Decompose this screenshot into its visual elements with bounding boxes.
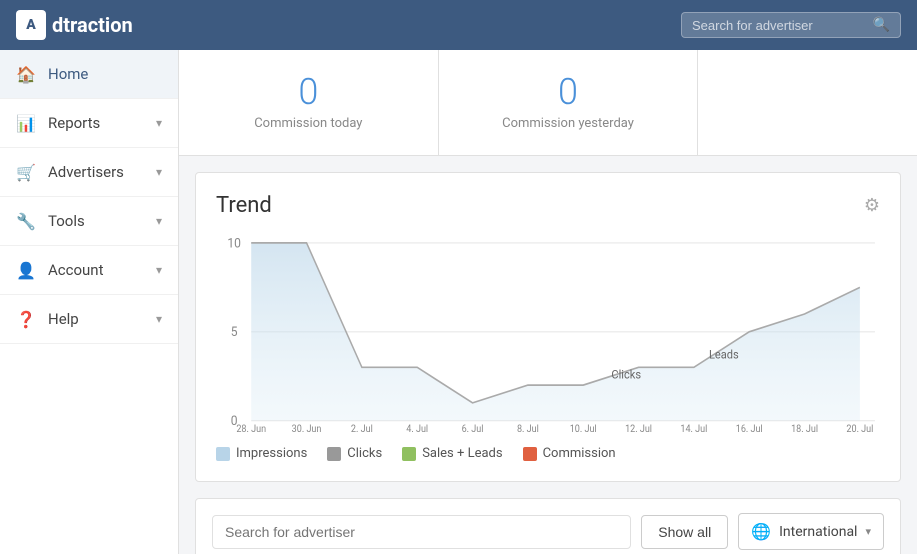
legend-label-impressions: Impressions — [236, 446, 307, 461]
sidebar-item-home[interactable]: 🏠 Home — [0, 50, 178, 99]
legend-label-commission: Commission — [543, 446, 616, 461]
logo-text: dtraction — [52, 13, 133, 37]
sidebar-item-label: Help — [48, 310, 79, 328]
sidebar-item-label: Home — [48, 65, 88, 83]
svg-text:4. Jul: 4. Jul — [406, 423, 428, 434]
legend-label-sales-leads: Sales + Leads — [422, 446, 502, 461]
chevron-down-icon: ▾ — [156, 312, 162, 326]
sidebar-item-reports[interactable]: 📊 Reports ▾ — [0, 99, 178, 148]
sidebar: 🏠 Home 📊 Reports ▾ 🛒 Advertisers ▾ 🔧 Too… — [0, 50, 179, 554]
globe-icon: 🌐 — [751, 522, 771, 541]
sidebar-item-label: Reports — [48, 114, 100, 132]
home-icon: 🏠 — [16, 64, 36, 84]
legend-color-commission — [523, 447, 537, 461]
sidebar-item-label: Advertisers — [48, 163, 124, 181]
trend-chart: 10 5 0 — [216, 234, 880, 434]
logo: A dtraction — [16, 10, 133, 40]
legend-color-impressions — [216, 447, 230, 461]
header-search-bar[interactable]: 🔍 — [681, 12, 901, 38]
svg-text:14. Jul: 14. Jul — [680, 423, 707, 434]
chevron-down-icon: ▾ — [156, 263, 162, 277]
advertisers-icon: 🛒 — [16, 162, 36, 182]
international-dropdown[interactable]: 🌐 International ▾ — [738, 513, 884, 550]
chevron-down-icon: ▾ — [156, 165, 162, 179]
account-icon: 👤 — [16, 260, 36, 280]
trend-title: Trend — [216, 193, 272, 218]
stat-card-yesterday: 0 Commission yesterday — [439, 50, 699, 155]
reports-icon: 📊 — [16, 113, 36, 133]
chevron-down-icon: ▾ — [156, 214, 162, 228]
svg-text:18. Jul: 18. Jul — [791, 423, 818, 434]
international-label: International — [779, 524, 857, 540]
bottom-search-input[interactable] — [212, 515, 631, 549]
sidebar-item-advertisers[interactable]: 🛒 Advertisers ▾ — [0, 148, 178, 197]
legend-item-commission: Commission — [523, 446, 616, 461]
legend-item-impressions: Impressions — [216, 446, 307, 461]
legend-label-clicks: Clicks — [347, 446, 382, 461]
header-search-icon: 🔍 — [873, 17, 890, 33]
main-layout: 🏠 Home 📊 Reports ▾ 🛒 Advertisers ▾ 🔧 Too… — [0, 50, 917, 554]
commission-today-value: 0 — [199, 74, 418, 110]
show-all-button[interactable]: Show all — [641, 515, 728, 549]
stats-row: 0 Commission today 0 Commission yesterda… — [179, 50, 917, 156]
commission-today-label: Commission today — [199, 116, 418, 131]
legend-color-sales-leads — [402, 447, 416, 461]
svg-text:8. Jul: 8. Jul — [517, 423, 539, 434]
main-content: 0 Commission today 0 Commission yesterda… — [179, 50, 917, 554]
trend-section: Trend ⚙ 10 5 0 — [195, 172, 901, 482]
header-search-input[interactable] — [692, 18, 867, 33]
legend-item-clicks: Clicks — [327, 446, 382, 461]
commission-yesterday-value: 0 — [459, 74, 678, 110]
chart-container: 10 5 0 — [216, 234, 880, 434]
svg-text:12. Jul: 12. Jul — [625, 423, 652, 434]
help-icon: ❓ — [16, 309, 36, 329]
legend-color-clicks — [327, 447, 341, 461]
svg-text:6. Jul: 6. Jul — [462, 423, 484, 434]
header: A dtraction 🔍 — [0, 0, 917, 50]
svg-text:20. Jul: 20. Jul — [846, 423, 873, 434]
sidebar-item-label: Tools — [48, 212, 85, 230]
svg-text:16. Jul: 16. Jul — [736, 423, 763, 434]
svg-text:Clicks: Clicks — [611, 367, 641, 382]
sidebar-item-tools[interactable]: 🔧 Tools ▾ — [0, 197, 178, 246]
chevron-down-icon: ▾ — [156, 116, 162, 130]
svg-text:28. Jun: 28. Jun — [236, 423, 266, 434]
trend-header: Trend ⚙ — [216, 193, 880, 218]
stat-card-today: 0 Commission today — [179, 50, 439, 155]
sidebar-item-help[interactable]: ❓ Help ▾ — [0, 295, 178, 344]
bottom-bar: Show all 🌐 International ▾ — [195, 498, 901, 554]
gear-icon[interactable]: ⚙ — [864, 195, 880, 216]
sidebar-item-account[interactable]: 👤 Account ▾ — [0, 246, 178, 295]
commission-yesterday-label: Commission yesterday — [459, 116, 678, 131]
sidebar-item-label: Account — [48, 261, 104, 279]
svg-text:2. Jul: 2. Jul — [351, 423, 373, 434]
chevron-down-icon: ▾ — [865, 525, 871, 538]
chart-legend: Impressions Clicks Sales + Leads Commiss… — [216, 446, 880, 461]
stat-empty — [698, 50, 917, 155]
tools-icon: 🔧 — [16, 211, 36, 231]
svg-text:10: 10 — [227, 236, 241, 252]
logo-icon: A — [16, 10, 46, 40]
svg-text:30. Jun: 30. Jun — [292, 423, 322, 434]
legend-item-sales-leads: Sales + Leads — [402, 446, 502, 461]
svg-text:5: 5 — [231, 325, 238, 341]
svg-text:Leads: Leads — [709, 347, 739, 362]
svg-text:10. Jul: 10. Jul — [570, 423, 597, 434]
